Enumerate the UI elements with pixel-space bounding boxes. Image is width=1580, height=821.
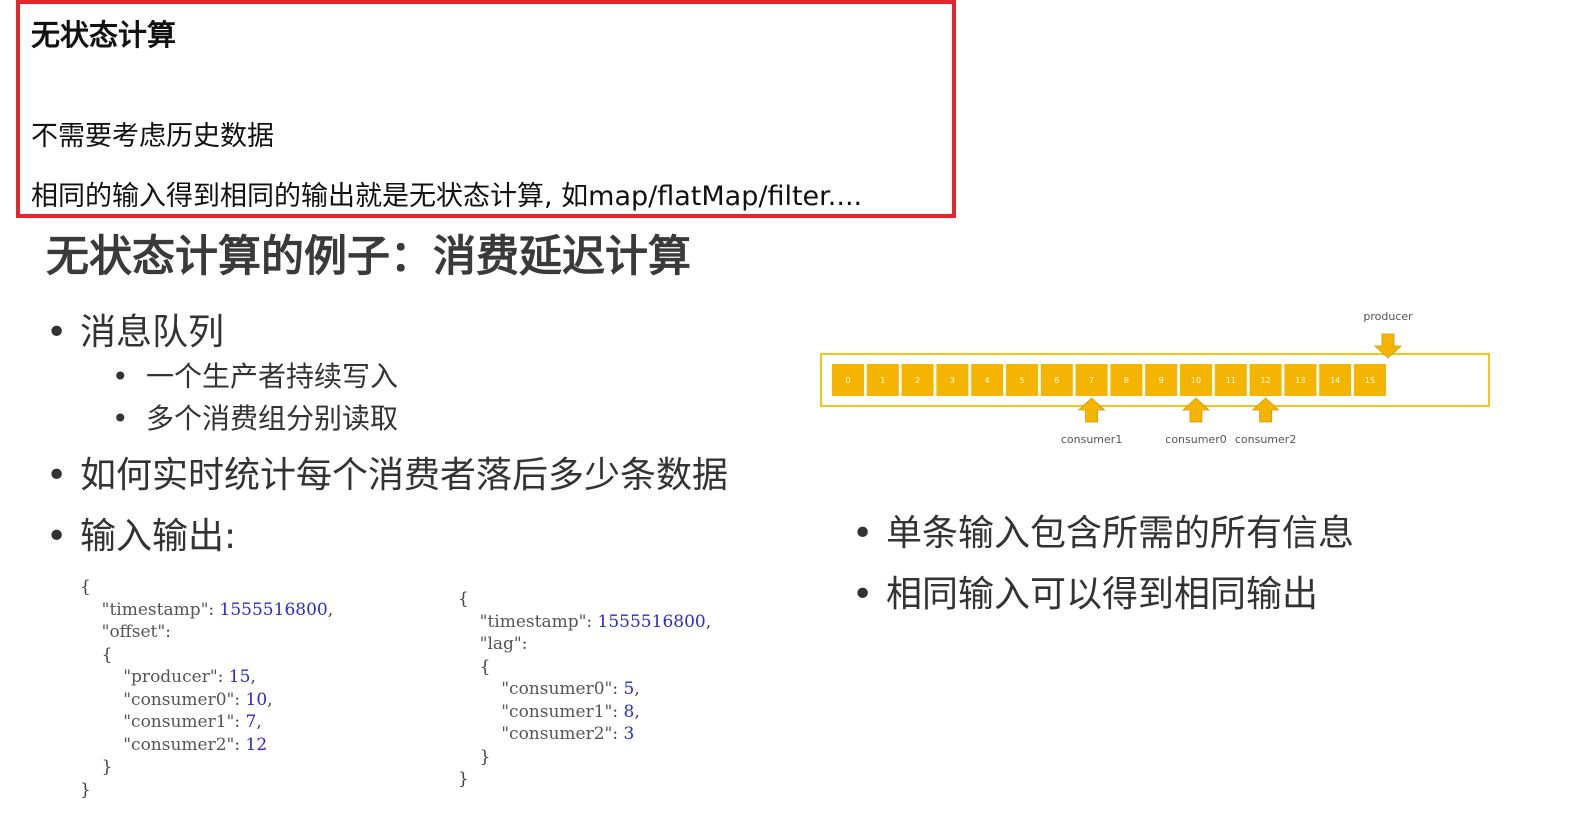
queue-cell-label: 15 [1365,376,1375,385]
bullet-dot: • [46,455,68,496]
queue-cell-label: 13 [1295,376,1305,385]
note-line-1: 不需要考虑历史数据 [31,121,274,152]
bullet-dot: • [46,312,68,353]
code-number: 15 [228,667,251,687]
bullet-sub-consumers: • 多个消费组分别读取 [112,397,398,437]
code-key: "consumer1" [123,712,235,732]
code-key: "consumer1" [501,701,613,722]
queue-cell-label: 0 [845,376,850,385]
bullet-text: 输入输出: [80,516,237,557]
bullet-io: • 输入输出: [46,507,236,559]
bullet-text: 一个生产者持续写入 [146,360,399,393]
note-box: 无状态计算 不需要考虑历史数据 相同的输入得到相同的输出就是无状态计算, 如ma… [16,0,956,218]
code-brace: } [458,769,469,789]
code-brace: { [458,589,469,609]
bullet-dot: • [112,360,129,393]
code-number: 10 [245,689,268,710]
input-json-block: { "timestamp": 1555516800, "offset": { "… [80,577,334,800]
note-line-2: 相同的输入得到相同的输出就是无状态计算, 如map/flatMap/filter… [31,181,863,212]
code-number: 1555516800 [597,611,706,632]
code-number: 5 [623,679,635,699]
code-key: "lag" [479,634,522,654]
bullet-text: 多个消费组分别读取 [146,402,399,435]
queue-svg: 0 1 2 3 4 5 6 7 8 9 10 11 12 13 14 15 producerconsumer1… [820,310,1490,446]
code-brace: { [101,644,113,665]
code-number: 8 [623,701,635,722]
consumer-label: consumer0 [1165,433,1226,446]
code-key: "timestamp" [101,599,209,620]
bullet-same-output: • 相同输入可以得到相同输出 [852,565,1318,617]
bullet-dot: • [112,402,129,435]
queue-cell-label: 2 [915,376,920,385]
queue-cell-label: 7 [1089,376,1094,385]
bullet-text: 消息队列 [80,312,225,353]
bullet-message-queue: • 消息队列 [46,303,224,355]
bullet-text: 相同输入可以得到相同输出 [886,574,1319,615]
message-queue-diagram: 0 1 2 3 4 5 6 7 8 9 10 11 12 13 14 15 producer consumer1… [818,300,1498,460]
queue-cell-label: 5 [1019,376,1024,385]
bullet-sub-producer: • 一个生产者持续写入 [112,355,398,395]
bullet-dot: • [852,574,874,615]
code-key: "consumer2" [501,724,613,744]
bullet-text: 如何实时统计每个消费者落后多少条数据 [80,455,729,496]
bullet-text: 单条输入包含所需的所有信息 [886,513,1355,554]
code-brace: } [80,779,91,800]
code-brace: { [479,656,491,677]
code-key: "consumer2" [123,734,235,755]
producer-label: producer [1363,310,1413,323]
code-key: "producer" [123,667,218,687]
slide-title: 无状态计算的例子：消费延迟计算 [46,232,691,282]
queue-cell-label: 1 [880,376,885,385]
code-brace: { [80,577,91,597]
queue-cell-label: 14 [1330,376,1340,385]
bullet-dot: • [852,513,874,554]
queue-cell-label: 6 [1054,376,1059,385]
queue-cell-label: 3 [950,376,955,385]
bullet-single-input: • 单条输入包含所需的所有信息 [852,504,1354,556]
code-key: "consumer0" [123,689,235,710]
queue-cell-label: 8 [1124,376,1129,385]
code-key: "timestamp" [479,611,587,632]
code-brace: } [479,746,491,767]
consumer-label: consumer2 [1235,433,1296,446]
code-brace: } [101,757,113,777]
queue-cell-label: 9 [1159,376,1164,385]
code-key: "consumer0" [501,679,613,699]
queue-cell-label: 4 [985,376,990,385]
note-title: 无状态计算 [31,18,177,52]
code-number: 1555516800 [219,599,328,620]
code-number: 7 [245,712,257,732]
consumer-label: consumer1 [1061,433,1122,446]
output-json-block: { "timestamp": 1555516800, "lag": { "con… [458,589,712,789]
bullet-dot: • [46,516,68,557]
code-key: "offset" [101,622,166,642]
queue-cell-label: 12 [1261,376,1271,385]
bullet-how: • 如何实时统计每个消费者落后多少条数据 [46,446,728,498]
code-number: 3 [623,724,635,744]
code-number: 12 [245,734,268,755]
queue-cell-label: 10 [1191,376,1201,385]
queue-cell-label: 11 [1226,376,1236,385]
